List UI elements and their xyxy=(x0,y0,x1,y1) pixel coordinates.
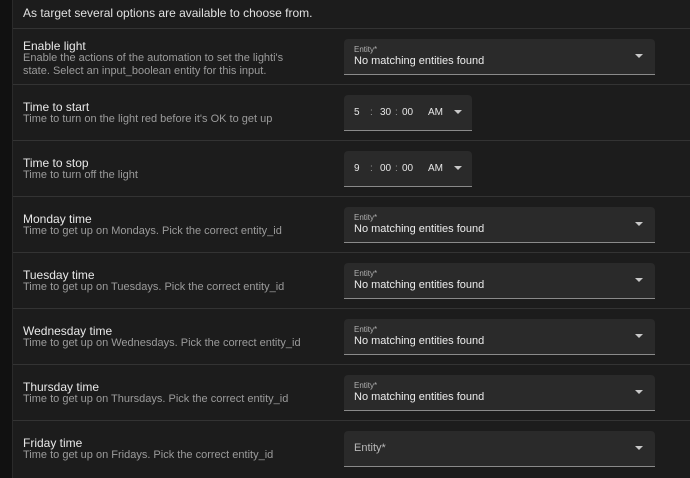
row-title: Enable light xyxy=(23,39,86,53)
time-separator: : xyxy=(370,107,373,118)
entity-picker-label: Entity* xyxy=(354,213,378,222)
input-row-wednesday-time: Wednesday time Time to get up on Wednesd… xyxy=(13,308,690,365)
row-description: Time to get up on Thursdays. Pick the co… xyxy=(23,393,289,405)
row-title: Wednesday time xyxy=(23,324,113,338)
row-title: Friday time xyxy=(23,436,83,450)
entity-picker-label: Entity* xyxy=(354,442,386,454)
input-row-monday-time: Monday time Time to get up on Mondays. P… xyxy=(13,196,690,253)
second-field[interactable]: 00 xyxy=(402,163,413,174)
dropdown-caret-icon[interactable] xyxy=(635,222,643,226)
dropdown-caret-icon[interactable] xyxy=(635,446,643,450)
dropdown-caret-icon[interactable] xyxy=(635,390,643,394)
row-description: Time to turn off the light xyxy=(23,169,138,181)
row-title: Time to stop xyxy=(23,156,89,170)
entity-picker-label: Entity* xyxy=(354,269,378,278)
entity-picker-wednesday[interactable]: Entity* No matching entities found xyxy=(344,319,655,355)
input-row-time-to-start: Time to start Time to turn on the light … xyxy=(13,84,690,141)
hour-field[interactable]: 5 xyxy=(354,107,360,118)
row-title: Time to start xyxy=(23,100,90,114)
time-separator: : xyxy=(395,163,398,174)
entity-picker-value: No matching entities found xyxy=(354,223,485,235)
hour-field[interactable]: 9 xyxy=(354,163,360,174)
entity-picker-value: No matching entities found xyxy=(354,391,485,403)
dropdown-caret-icon[interactable] xyxy=(635,54,643,58)
entity-picker-value: No matching entities found xyxy=(354,55,485,67)
entity-picker-label: Entity* xyxy=(354,325,378,334)
ampm-select[interactable]: AM xyxy=(428,163,443,174)
row-title: Thursday time xyxy=(23,380,100,394)
entity-picker-friday[interactable]: Entity* xyxy=(344,431,655,467)
entity-picker-monday[interactable]: Entity* No matching entities found xyxy=(344,207,655,243)
row-description: Time to get up on Tuesdays. Pick the cor… xyxy=(23,281,285,293)
row-description: Time to get up on Fridays. Pick the corr… xyxy=(23,449,274,461)
entity-picker-enable-light[interactable]: Entity* No matching entities found xyxy=(344,39,655,75)
time-picker-stop[interactable]: 9 : 00 : 00 AM xyxy=(344,151,472,187)
entity-picker-tuesday[interactable]: Entity* No matching entities found xyxy=(344,263,655,299)
row-title: Monday time xyxy=(23,212,92,226)
dropdown-caret-icon[interactable] xyxy=(454,110,462,114)
time-picker-start[interactable]: 5 : 30 : 00 AM xyxy=(344,95,472,131)
entity-picker-label: Entity* xyxy=(354,381,378,390)
row-title: Tuesday time xyxy=(23,268,95,282)
input-row-time-to-stop: Time to stop Time to turn off the light … xyxy=(13,140,690,197)
dropdown-caret-icon[interactable] xyxy=(454,166,462,170)
entity-picker-thursday[interactable]: Entity* No matching entities found xyxy=(344,375,655,411)
dropdown-caret-icon[interactable] xyxy=(635,334,643,338)
row-description: Enable the actions of the automation to … xyxy=(23,52,284,77)
time-separator: : xyxy=(370,163,373,174)
row-description: Time to get up on Wednesdays. Pick the c… xyxy=(23,337,301,349)
ampm-select[interactable]: AM xyxy=(428,107,443,118)
input-row-friday-time: Friday time Time to get up on Fridays. P… xyxy=(13,420,690,478)
input-row-enable-light: Enable light Enable the actions of the a… xyxy=(13,28,690,85)
minute-field[interactable]: 00 xyxy=(380,163,391,174)
blueprint-inputs-card: As target several options are available … xyxy=(12,0,690,478)
minute-field[interactable]: 30 xyxy=(380,107,391,118)
second-field[interactable]: 00 xyxy=(402,107,413,118)
entity-picker-label: Entity* xyxy=(354,45,378,54)
entity-picker-value: No matching entities found xyxy=(354,335,485,347)
input-row-tuesday-time: Tuesday time Time to get up on Tuesdays.… xyxy=(13,252,690,309)
row-description: Time to turn on the light red before it'… xyxy=(23,113,273,125)
entity-picker-value: No matching entities found xyxy=(354,279,485,291)
input-row-thursday-time: Thursday time Time to get up on Thursday… xyxy=(13,364,690,421)
dropdown-caret-icon[interactable] xyxy=(635,278,643,282)
row-description: Time to get up on Mondays. Pick the corr… xyxy=(23,225,282,237)
intro-text: As target several options are available … xyxy=(23,6,313,20)
time-separator: : xyxy=(395,107,398,118)
